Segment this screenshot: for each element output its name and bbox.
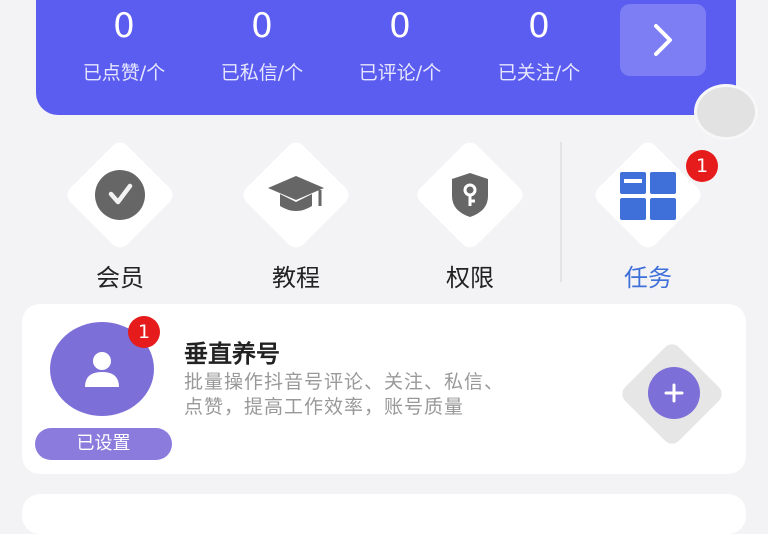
stat-label: 已私信/个 [220,62,304,84]
stats-more-button[interactable] [620,4,706,76]
stat-value: 0 [528,6,550,46]
graduation-cap-icon [266,172,326,226]
task-desc-line: 批量操作抖音号评论、关注、私信、 [184,371,505,393]
chevron-right-icon [654,24,672,56]
stat-value: 0 [113,6,135,46]
task-description: 批量操作抖音号评论、关注、私信、 点赞，提高工作效率，账号质量 [184,370,604,420]
menu-label: 权限 [446,264,494,292]
vip-icon [95,170,145,220]
user-icon [85,352,119,387]
stat-label: 已点赞/个 [82,62,166,84]
stat-value: 0 [389,6,411,46]
floating-button[interactable] [694,84,758,140]
notification-badge: 1 [686,150,718,182]
stat-label: 已评论/个 [358,62,442,84]
stat-value: 0 [251,6,273,46]
task-card[interactable]: 1 已设置 垂直养号 批量操作抖音号评论、关注、私信、 点赞，提高工作效率，账号… [22,304,746,474]
stats-card: 0 已点赞/个 0 已私信/个 0 已评论/个 0 已关注/个 [36,0,736,115]
plus-icon [664,383,684,403]
menu-label: 会员 [96,264,144,292]
stat-liked[interactable]: 0 已点赞/个 [64,6,184,86]
task-desc-line: 点赞，提高工作效率，账号质量 [184,396,465,418]
status-badge: 已设置 [35,428,172,460]
shield-key-icon [448,170,492,224]
add-task-button[interactable] [648,367,700,419]
stat-commented[interactable]: 0 已评论/个 [340,6,460,86]
stat-messaged[interactable]: 0 已私信/个 [202,6,322,86]
notification-badge: 1 [128,316,160,348]
next-card[interactable] [22,494,746,534]
task-title: 垂直养号 [184,340,280,368]
stat-label: 已关注/个 [497,62,581,84]
stat-followed[interactable]: 0 已关注/个 [479,6,599,86]
menu-label: 任务 [624,264,672,292]
menu-label: 教程 [272,264,320,292]
tasks-grid-icon [618,170,678,226]
menu-divider [560,142,562,282]
